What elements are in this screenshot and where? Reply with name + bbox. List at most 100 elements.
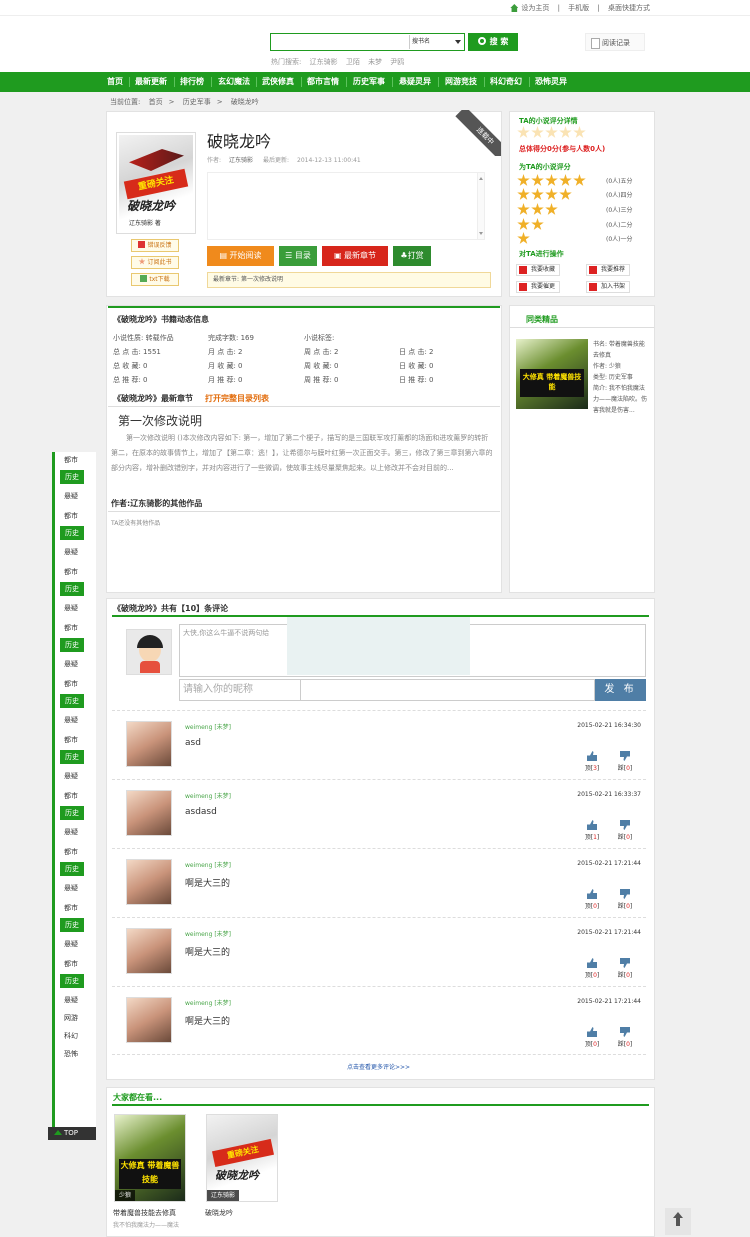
upvote-button[interactable]: 顶[1]: [582, 820, 602, 841]
back-to-top-button[interactable]: [665, 1208, 691, 1235]
side-nav-item[interactable]: 都市: [64, 623, 78, 633]
side-nav-item[interactable]: 悬疑: [64, 995, 78, 1005]
open-full-catalog-link[interactable]: 打开完整目录列表: [205, 393, 269, 404]
nav-item-fantasy[interactable]: 玄幻魔法: [218, 72, 250, 92]
side-nav-item[interactable]: 悬疑: [64, 771, 78, 781]
side-nav-item[interactable]: 历史: [60, 918, 84, 932]
nav-item-wuxia[interactable]: 武侠修真: [262, 72, 294, 92]
side-nav-item[interactable]: 悬疑: [64, 659, 78, 669]
latest-chapter-button[interactable]: ▣ 最新章节: [322, 246, 388, 266]
nav-item-horror[interactable]: 恐怖灵异: [535, 72, 567, 92]
upvote-button[interactable]: 顶[0]: [582, 889, 602, 910]
side-nav-item[interactable]: 悬疑: [64, 939, 78, 949]
publish-button[interactable]: 发 布: [595, 679, 646, 701]
latest-chapter-bar[interactable]: 最新章节: 第一次修改说明: [207, 272, 491, 288]
subscribe-button[interactable]: 订阅此书: [131, 256, 179, 269]
scrollbar[interactable]: [477, 173, 484, 239]
search-button[interactable]: 搜 索: [468, 33, 518, 51]
comment-user[interactable]: weimeng [未梦]: [185, 722, 231, 731]
downvote-button[interactable]: 踩[0]: [614, 1027, 636, 1048]
side-nav-item[interactable]: 都市: [64, 959, 78, 969]
nav-item-game[interactable]: 网游竞技: [445, 72, 477, 92]
collect-button[interactable]: 我要收藏: [516, 264, 560, 276]
side-nav-item[interactable]: 悬疑: [64, 827, 78, 837]
nav-item-latest[interactable]: 最新更新: [135, 72, 167, 92]
breadcrumb-home[interactable]: 首页: [149, 98, 163, 106]
side-nav-item[interactable]: 都市: [64, 567, 78, 577]
upvote-button[interactable]: 顶[0]: [582, 1027, 602, 1048]
nav-item-home[interactable]: 首页: [107, 72, 123, 92]
comment-user[interactable]: weimeng [未梦]: [185, 860, 231, 869]
rate-stars-4[interactable]: [517, 188, 573, 203]
rate-stars-2[interactable]: [517, 218, 545, 233]
start-reading-button[interactable]: ▤ 开始阅读: [207, 246, 274, 266]
downvote-button[interactable]: 踩[0]: [614, 958, 636, 979]
similar-book-name[interactable]: 书名: 带着魔兽技能去修真: [593, 339, 649, 361]
more-comments-link[interactable]: 点击查看更多评论>>>: [347, 1062, 410, 1071]
search-type-select[interactable]: 搜书名: [409, 35, 464, 49]
side-nav-item[interactable]: 悬疑: [64, 883, 78, 893]
recommend-button[interactable]: 我要推荐: [586, 264, 630, 276]
side-nav-item[interactable]: 悬疑: [64, 491, 78, 501]
book-cover[interactable]: 重磅关注 破晓龙吟 辽东骑影 著: [116, 132, 196, 234]
side-nav-item[interactable]: 悬疑: [64, 715, 78, 725]
side-nav-item[interactable]: 都市: [64, 455, 78, 465]
side-nav-item[interactable]: 悬疑: [64, 603, 78, 613]
nav-item-suspense[interactable]: 悬疑灵异: [399, 72, 431, 92]
nav-item-rank[interactable]: 排行榜: [180, 72, 204, 92]
side-nav-item[interactable]: 历史: [60, 750, 84, 764]
side-nav-item[interactable]: 都市: [64, 511, 78, 521]
nickname-input[interactable]: 请输入你的昵称: [179, 679, 301, 701]
hot-word[interactable]: 未梦: [368, 58, 382, 66]
hot-word[interactable]: 辽东骑影: [310, 58, 338, 66]
set-home-link[interactable]: 设为主页: [510, 4, 549, 12]
side-nav-item[interactable]: 历史: [60, 526, 84, 540]
author-link[interactable]: 辽东骑影: [229, 157, 253, 164]
rate-stars-1[interactable]: [517, 232, 531, 247]
reward-button[interactable]: ♣打赏: [393, 246, 431, 266]
rate-stars-5[interactable]: [517, 174, 587, 189]
desktop-shortcut-link[interactable]: 桌面快捷方式: [608, 4, 650, 12]
nav-item-urban[interactable]: 都市言情: [307, 72, 339, 92]
side-nav-item[interactable]: 历史: [60, 806, 84, 820]
side-nav-item[interactable]: 都市: [64, 735, 78, 745]
nav-item-history[interactable]: 历史军事: [353, 72, 385, 92]
similar-book-cover[interactable]: 大修真 带着魔兽技能: [516, 339, 588, 409]
nav-item-scifi[interactable]: 科幻奇幻: [490, 72, 522, 92]
report-error-button[interactable]: 错误反馈: [131, 239, 179, 252]
rec-book-name[interactable]: 带着魔兽技能去修真: [113, 1208, 176, 1218]
upvote-button[interactable]: 顶[0]: [582, 958, 602, 979]
side-nav-item[interactable]: 都市: [64, 791, 78, 801]
catalog-button[interactable]: ☰ 目录: [279, 246, 317, 266]
downvote-button[interactable]: 踩[0]: [614, 820, 636, 841]
side-top-button[interactable]: TOP: [48, 1127, 96, 1140]
comment-user[interactable]: weimeng [未梦]: [185, 929, 231, 938]
comment-user[interactable]: weimeng [未梦]: [185, 791, 231, 800]
upvote-button[interactable]: 顶[3]: [582, 751, 602, 772]
add-bookshelf-button[interactable]: 加入书架: [586, 281, 630, 293]
side-nav-item[interactable]: 恐怖: [64, 1049, 78, 1059]
downvote-button[interactable]: 踩[0]: [614, 889, 636, 910]
txt-download-button[interactable]: txt下载: [131, 273, 179, 286]
downvote-button[interactable]: 踩[0]: [614, 751, 636, 772]
side-nav-item[interactable]: 历史: [60, 862, 84, 876]
side-nav-item[interactable]: 历史: [60, 974, 84, 988]
hot-word[interactable]: 尹鸥: [390, 58, 404, 66]
book-intro-box[interactable]: [207, 172, 485, 240]
search-input[interactable]: [271, 34, 409, 50]
breadcrumb-category[interactable]: 历史军事: [183, 98, 211, 106]
hot-word[interactable]: 卫陌: [346, 58, 360, 66]
rec-book-name[interactable]: 破晓龙吟: [205, 1208, 233, 1218]
comment-user[interactable]: weimeng [未梦]: [185, 998, 231, 1007]
side-nav-item[interactable]: 科幻: [64, 1031, 78, 1041]
urge-update-button[interactable]: 我要催更: [516, 281, 560, 293]
side-nav-item[interactable]: 都市: [64, 679, 78, 689]
side-nav-item[interactable]: 历史: [60, 694, 84, 708]
comment-textarea[interactable]: 大侠,你这么牛逼不说两句给: [179, 617, 646, 677]
side-nav-item[interactable]: 历史: [60, 470, 84, 484]
rate-stars-3[interactable]: [517, 203, 559, 218]
side-nav-item[interactable]: 历史: [60, 582, 84, 596]
side-nav-item[interactable]: 都市: [64, 903, 78, 913]
side-nav-item[interactable]: 历史: [60, 638, 84, 652]
side-nav-item[interactable]: 网游: [64, 1013, 78, 1023]
